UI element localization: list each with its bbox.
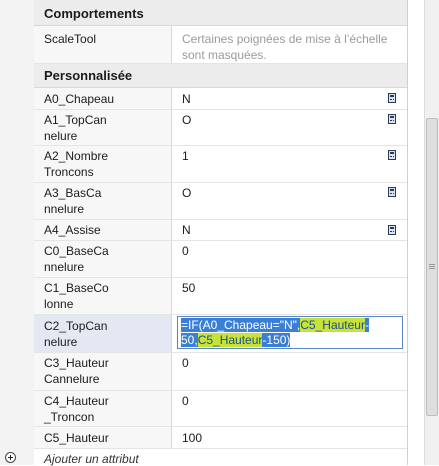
attribute-row-a1-topcannelure[interactable]: A1_TopCannelure O [34,110,407,146]
scrollbar-grip [429,268,435,269]
plus-circle-icon[interactable] [5,452,16,463]
scrollbar-grip [429,266,435,267]
formula-part: 50, [181,333,198,347]
scrollbar-thumb[interactable] [426,118,438,416]
attribute-name-cell: C4_Hauteur_Troncon [34,391,172,426]
formula-part: =IF(A0_Chapeau="N", [181,318,301,332]
attribute-name: C3_Hauteur Cannelure [44,356,109,386]
attribute-name-cell: C0_BaseCannelure [34,241,172,277]
calculator-icon[interactable] [387,187,398,198]
formula-part: - [364,318,369,332]
attribute-name: C0_BaseCannelure [44,244,109,274]
attribute-name: A3_BasCannelure [44,186,102,216]
attribute-row-c3-hauteur-cannelure[interactable]: C3_Hauteur Cannelure 0 [34,353,407,391]
attribute-name-cell: ScaleTool [34,26,172,63]
formula-ref: C5_Hauteur [197,333,263,347]
attribute-name: C5_Hauteur [44,431,109,445]
section-title-custom: Personnalisée [44,68,133,83]
attribute-row-c0-basecannelure[interactable]: C0_BaseCannelure 0 [34,241,407,278]
attribute-name: C2_TopCannelure [44,319,108,349]
attribute-name-cell: A1_TopCannelure [34,110,172,145]
attribute-value[interactable]: 50 [182,280,392,296]
attribute-row-a0-chapeau[interactable]: A0_Chapeau N [34,88,407,110]
attribute-name-cell: A3_BasCannelure [34,183,172,219]
attribute-name-cell: C2_TopCannelure [34,315,172,352]
attribute-value[interactable]: N [182,91,392,107]
attribute-name: ScaleTool [44,32,97,46]
formula-input[interactable]: =IF(A0_Chapeau="N",C5_Hauteur- 50,C5_Haut… [177,316,403,349]
attribute-value[interactable]: 100 [182,430,392,446]
scrollbar-grip [429,264,435,265]
add-attribute-label: Ajouter un attribut [44,452,139,466]
attribute-row-a3-bascannelure[interactable]: A3_BasCannelure O [34,183,407,220]
attribute-value: Certaines poignées de mise à l’échelle s… [182,32,388,62]
attribute-name-cell: C3_Hauteur Cannelure [34,353,172,390]
attribute-value[interactable]: O [182,185,392,201]
attribute-row-scaletool[interactable]: ScaleTool Certaines poignées de mise à l… [34,26,407,64]
formula-part: -150) [262,333,291,347]
attribute-row-c2-topcannelure[interactable]: C2_TopCannelure =IF(A0_Chapeau="N",C5_Ha… [34,315,407,353]
attribute-value[interactable]: 0 [182,355,392,371]
formula-ref: C5_Hauteur [300,318,365,332]
panel-gutter [0,0,34,465]
attribute-name-cell: A4_Assise [34,220,172,240]
add-attribute-link[interactable]: Ajouter un attribut [34,449,407,466]
calculator-icon[interactable] [387,225,398,236]
attribute-value[interactable]: O [182,112,392,128]
attribute-value[interactable]: N [182,222,392,238]
attribute-name: A0_Chapeau [44,92,115,106]
attribute-name: A1_TopCannelure [44,113,107,143]
section-header-custom[interactable]: Personnalisée [34,64,407,88]
calculator-icon[interactable] [387,114,398,125]
attribute-row-a2-nombretroncons[interactable]: A2_NombreTroncons 1 [34,146,407,183]
attribute-value[interactable]: 1 [182,148,392,164]
section-header-behaviors[interactable]: Comportements [34,0,407,26]
attribute-row-c1-basecolonne[interactable]: C1_BaseColonne 50 [34,278,407,315]
attribute-name-cell: C1_BaseColonne [34,278,172,314]
attribute-name: A2_NombreTroncons [44,149,109,179]
attribute-name-cell: C5_Hauteur [34,427,172,448]
vertical-scrollbar[interactable] [424,0,439,465]
attribute-name: C4_Hauteur_Troncon [44,394,109,424]
attribute-row-a4-assise[interactable]: A4_Assise N [34,220,407,241]
attribute-value[interactable]: 0 [182,393,392,409]
attribute-name-cell: A2_NombreTroncons [34,146,172,182]
attribute-row-c4-hauteur-troncon[interactable]: C4_Hauteur_Troncon 0 [34,391,407,427]
attribute-name: A4_Assise [44,223,101,237]
attribute-row-c5-hauteur[interactable]: C5_Hauteur 100 [34,427,407,449]
attribute-name-cell: A0_Chapeau [34,88,172,109]
calculator-icon[interactable] [387,93,398,104]
section-title-behaviors: Comportements [44,6,144,21]
attribute-value[interactable]: 0 [182,243,392,259]
calculator-icon[interactable] [387,150,398,161]
attribute-name: C1_BaseColonne [44,281,109,311]
